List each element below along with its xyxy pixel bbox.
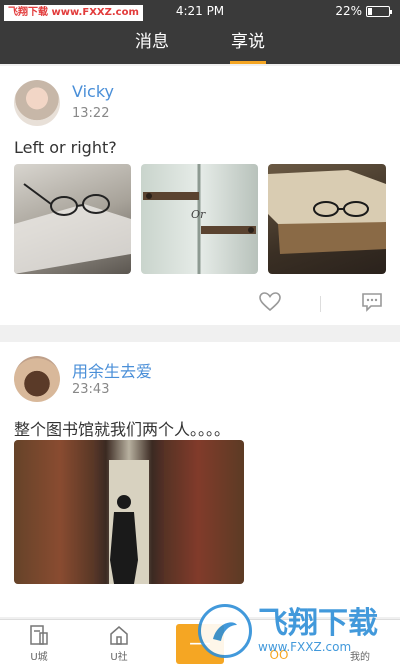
nav-uclub-label: U社 <box>110 652 128 663</box>
nav-ucity[interactable]: U城 <box>9 624 69 663</box>
avatar[interactable] <box>14 356 60 402</box>
watermark-url: www.FXXZ.com <box>258 640 352 654</box>
post-actions <box>0 292 400 316</box>
post-text: 整个图书馆就我们两个人。。。。 <box>14 420 231 439</box>
action-divider <box>320 296 321 312</box>
comment-icon[interactable] <box>361 292 383 316</box>
top-nav: 消息 享说 <box>0 22 400 64</box>
nav-ucity-label: U城 <box>30 652 48 663</box>
tab-share[interactable]: 享说 <box>213 22 283 64</box>
battery-fill <box>368 7 372 15</box>
post-time: 13:22 <box>72 106 110 121</box>
active-tab-indicator <box>230 61 266 64</box>
post-photo-glasses-book[interactable] <box>14 164 131 274</box>
watermark-text: 飞翔下载 www.FXXZ.com <box>258 606 378 655</box>
status-bar: 飞翔下载 www.FXXZ.com 4:21 PM 22% <box>0 0 400 22</box>
post-text: Left or right? <box>14 138 117 157</box>
post-card: Vicky 13:22 Left or right? Or <box>0 66 400 325</box>
avatar[interactable] <box>14 80 60 126</box>
nav-uclub[interactable]: U社 <box>89 624 149 663</box>
watermark-logo-icon <box>198 604 252 658</box>
watermark-brand: 飞翔下载 <box>258 606 378 641</box>
post-username[interactable]: 用余生去爱 <box>72 358 152 382</box>
post-username[interactable]: Vicky <box>72 82 114 101</box>
post-photo-door-latch[interactable]: Or <box>141 164 258 274</box>
city-icon <box>30 625 48 645</box>
tab-share-label: 享说 <box>231 32 265 52</box>
battery-percent: 22% <box>335 4 362 18</box>
post-time: 23:43 <box>72 382 110 397</box>
post-photo-library[interactable] <box>14 440 244 584</box>
photo-caption-or: Or <box>191 208 206 221</box>
post-photo-old-books[interactable] <box>268 164 386 274</box>
battery-indicator: 22% <box>335 4 392 18</box>
home-icon <box>110 626 128 645</box>
heart-icon[interactable] <box>259 292 281 316</box>
tab-messages[interactable]: 消息 <box>117 22 187 64</box>
post-card: 用余生去爱 23:43 整个图书馆就我们两个人。。。。 <box>0 342 400 617</box>
battery-icon <box>366 5 392 17</box>
watermark-bottom: 飞翔下载 www.FXXZ.com <box>198 598 394 664</box>
